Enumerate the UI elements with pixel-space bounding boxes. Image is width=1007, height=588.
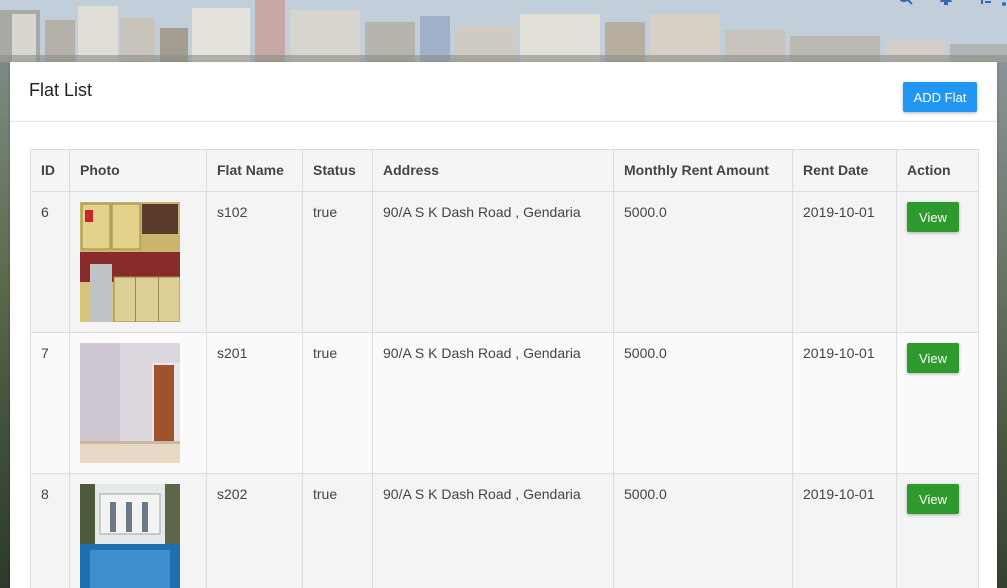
top-navbar <box>847 0 1007 12</box>
bell-icon[interactable] <box>937 0 955 8</box>
cell-flat-name: s102 <box>206 191 303 333</box>
flat-list-card: Flat List ADD Flat ID Photo Flat Name St… <box>10 62 997 588</box>
cell-action: View <box>896 332 979 474</box>
cell-date: 2019-10-01 <box>792 332 897 474</box>
cell-address: 90/A S K Dash Road , Gendaria <box>372 191 614 333</box>
cell-address: 90/A S K Dash Road , Gendaria <box>372 473 614 588</box>
cell-action: View <box>896 191 979 333</box>
column-header-action: Action <box>896 149 979 192</box>
table-header-row: ID Photo Flat Name Status Address Monthl… <box>30 149 979 192</box>
cell-date: 2019-10-01 <box>792 473 897 588</box>
card-header: Flat List ADD Flat <box>10 62 997 122</box>
column-header-rent-date: Rent Date <box>792 149 897 192</box>
table-row: 7 s201 true 90/A S K Dash Road , Gendari… <box>30 332 979 474</box>
cell-photo <box>69 191 207 333</box>
column-header-photo: Photo <box>69 149 207 192</box>
table-row: 6 s102 true 90/A S K Dash Road , Gendari… <box>30 191 979 333</box>
cell-status: true <box>302 473 373 588</box>
background-strip-right <box>997 62 1007 588</box>
column-header-id: ID <box>30 149 70 192</box>
cell-photo <box>69 332 207 474</box>
cell-address: 90/A S K Dash Road , Gendaria <box>372 332 614 474</box>
flat-table-container: ID Photo Flat Name Status Address Monthl… <box>30 149 979 588</box>
background-strip-left <box>0 62 10 588</box>
more-vert-icon[interactable] <box>999 0 1007 8</box>
cell-rent: 5000.0 <box>613 191 793 333</box>
cell-date: 2019-10-01 <box>792 191 897 333</box>
cell-id: 7 <box>30 332 70 474</box>
cell-id: 8 <box>30 473 70 588</box>
kitchen-photo <box>80 202 180 322</box>
flag-icon[interactable] <box>975 0 993 8</box>
cell-status: true <box>302 191 373 333</box>
column-header-flat-name: Flat Name <box>206 149 303 192</box>
cell-flat-name: s202 <box>206 473 303 588</box>
pool-photo <box>80 484 180 588</box>
cell-flat-name: s201 <box>206 332 303 474</box>
cell-photo <box>69 473 207 588</box>
view-button[interactable]: View <box>907 343 959 373</box>
cell-action: View <box>896 473 979 588</box>
flat-table: ID Photo Flat Name Status Address Monthl… <box>30 149 979 588</box>
page-title: Flat List <box>29 80 93 100</box>
column-header-status: Status <box>302 149 373 192</box>
table-row: 8 s202 true 90/A S K Dash Road , Gendari… <box>30 473 979 588</box>
column-header-address: Address <box>372 149 614 192</box>
add-flat-button[interactable]: ADD Flat <box>903 82 977 112</box>
column-header-monthly-rent: Monthly Rent Amount <box>613 149 793 192</box>
cell-rent: 5000.0 <box>613 473 793 588</box>
view-button[interactable]: View <box>907 484 959 514</box>
search-icon[interactable] <box>897 0 915 8</box>
cell-id: 6 <box>30 191 70 333</box>
cell-status: true <box>302 332 373 474</box>
view-button[interactable]: View <box>907 202 959 232</box>
cell-rent: 5000.0 <box>613 332 793 474</box>
empty-room-photo <box>80 343 180 463</box>
